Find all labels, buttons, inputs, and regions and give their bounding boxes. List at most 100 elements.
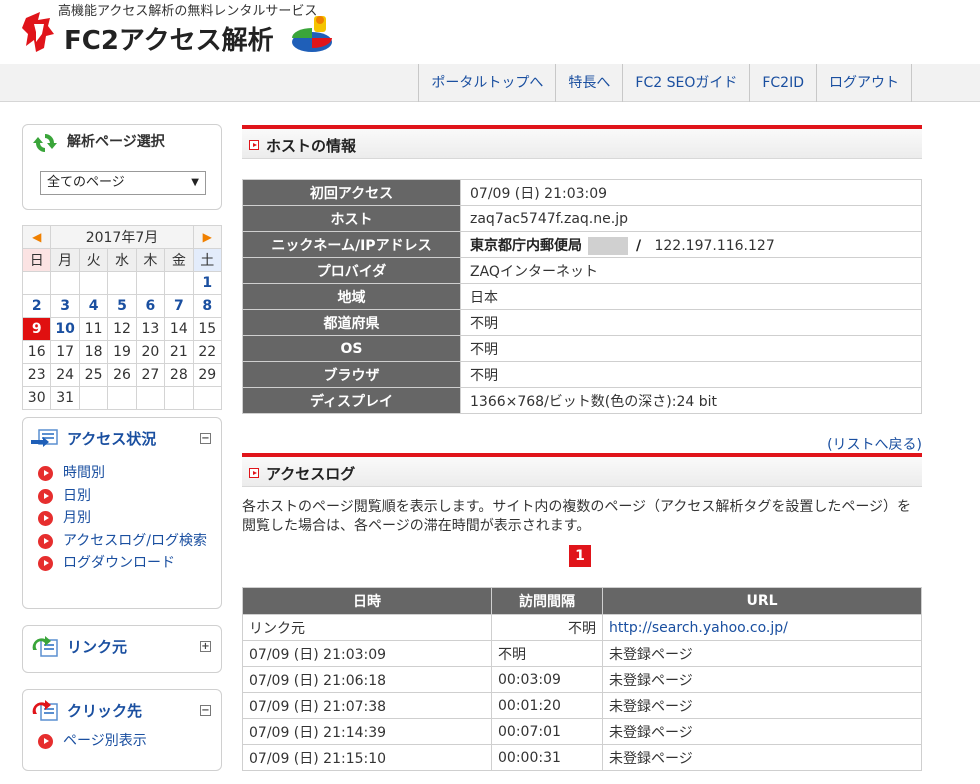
calendar-empty-cell <box>50 271 80 295</box>
click-destination-icon <box>32 700 58 721</box>
menu-item-page-view[interactable]: ページ別表示 <box>38 730 209 753</box>
calendar-day[interactable]: 1 <box>192 271 223 295</box>
table-row: 07/09 (日) 21:03:09 不明 未登録ページ <box>242 640 922 667</box>
calendar-day: 27 <box>135 363 166 387</box>
page-select-dropdown[interactable]: 全てのページ ▼ <box>40 171 206 195</box>
arrow-circle-icon <box>38 556 53 571</box>
calendar-day[interactable]: 6 <box>135 294 166 318</box>
arrow-circle-icon <box>38 466 53 481</box>
redacted-block <box>588 236 628 255</box>
click-destination-menu: クリック先 − ページ別表示 <box>22 689 222 771</box>
calendar-day: 29 <box>192 363 223 387</box>
calendar-day: 21 <box>164 340 194 364</box>
next-month-button[interactable]: ▶ <box>192 225 223 249</box>
triangle-right-icon: ▶ <box>202 230 212 244</box>
access-status-title[interactable]: アクセス状況 <box>67 430 156 448</box>
referrer-url-link[interactable]: http://search.yahoo.co.jp/ <box>609 620 788 636</box>
table-row: 07/09 (日) 21:07:38 00:01:20 未登録ページ <box>242 692 922 719</box>
calendar-day[interactable]: 5 <box>107 294 137 318</box>
calendar-empty-cell <box>135 271 166 295</box>
link-source-icon <box>32 636 58 657</box>
calendar-day[interactable]: 10 <box>50 317 80 341</box>
table-row: 07/09 (日) 21:06:18 00:03:09 未登録ページ <box>242 666 922 693</box>
separator-text: / <box>636 237 642 254</box>
menu-item-access-1[interactable]: 日別 <box>38 485 209 508</box>
host-info-header: ホストの情報 <box>242 125 922 159</box>
calendar-day: 23 <box>21 363 52 387</box>
page-select-title: 解析ページ選択 <box>67 134 165 150</box>
info-row: ホスト zaq7ac5747f.zaq.ne.jp <box>242 205 922 232</box>
calendar-day: 19 <box>107 340 137 364</box>
calendar-day: 18 <box>78 340 109 364</box>
page-select-box: 解析ページ選択 全てのページ ▼ <box>22 124 222 210</box>
calendar-day: 28 <box>164 363 194 387</box>
info-row: 都道府県 不明 <box>242 309 922 336</box>
calendar-month-label: 2017年7月 <box>50 225 194 249</box>
calendar-day[interactable]: 9 <box>21 317 52 341</box>
click-destination-title[interactable]: クリック先 <box>67 702 142 720</box>
table-row: リンク元 不明 http://search.yahoo.co.jp/ <box>242 614 922 641</box>
calendar-day: 24 <box>50 363 80 387</box>
menu-item-access-4[interactable]: ログダウンロード <box>38 552 209 575</box>
calendar-empty-cell <box>192 386 223 410</box>
calendar-day: 12 <box>107 317 137 341</box>
calendar-day[interactable]: 8 <box>192 294 223 318</box>
nav-portal-top[interactable]: ポータルトップへ <box>418 64 555 102</box>
calendar-empty-cell <box>107 271 137 295</box>
link-source-menu: リンク元 + <box>22 625 222 673</box>
menu-item-access-0[interactable]: 時間別 <box>38 462 209 485</box>
collapse-toggle-button[interactable]: − <box>200 705 211 716</box>
collapse-toggle-button[interactable]: − <box>200 433 211 444</box>
calendar-empty-cell <box>21 271 52 295</box>
access-log-title: アクセスログ <box>266 465 356 483</box>
info-row: OS 不明 <box>242 335 922 362</box>
calendar-day: 25 <box>78 363 109 387</box>
site-logo-text[interactable]: FC2アクセス解析 <box>64 20 274 57</box>
page-select-value: 全てのページ <box>47 175 125 190</box>
nav-features[interactable]: 特長へ <box>555 64 622 102</box>
access-status-icon <box>31 429 58 447</box>
column-header-interval: 訪問間隔 <box>491 587 603 615</box>
ip-address-text: 122.197.116.127 <box>654 237 775 254</box>
back-to-list-link[interactable]: (リストへ戻る) <box>827 434 922 454</box>
nav-logout[interactable]: ログアウト <box>816 64 912 102</box>
nav-seo-guide[interactable]: FC2 SEOガイド <box>622 64 749 102</box>
calendar-empty-cell <box>164 271 194 295</box>
link-source-title[interactable]: リンク元 <box>67 638 127 656</box>
calendar-day: 22 <box>192 340 223 364</box>
calendar-empty-cell <box>78 386 109 410</box>
dropdown-arrow-icon: ▼ <box>191 177 199 188</box>
refresh-icon <box>33 134 57 152</box>
calendar-weekday: 火 <box>78 248 109 272</box>
calendar-day: 14 <box>164 317 194 341</box>
pagination-page[interactable]: 1 <box>569 545 591 567</box>
fc2-logo-icon[interactable] <box>22 12 56 52</box>
table-row: 07/09 (日) 21:15:10 00:00:31 未登録ページ <box>242 744 922 771</box>
nav-fc2id[interactable]: FC2ID <box>749 64 816 102</box>
menu-item-access-2[interactable]: 月別 <box>38 507 209 530</box>
access-status-menu: アクセス状況 − 時間別 日別 月別 アクセスログ/ログ検索 ログダウンロード <box>22 417 222 609</box>
calendar-day[interactable]: 3 <box>50 294 80 318</box>
calendar-day: 30 <box>21 386 52 410</box>
host-info-table: 初回アクセス 07/09 (日) 21:03:09 ホスト zaq7ac5747f.… <box>242 179 922 414</box>
calendar-weekday: 日 <box>21 248 52 272</box>
prev-month-button[interactable]: ◀ <box>21 225 52 249</box>
calendar-day[interactable]: 7 <box>164 294 194 318</box>
info-row: ディスプレイ 1366×768/ビット数(色の深さ):24 bit <box>242 387 922 414</box>
expand-toggle-button[interactable]: + <box>200 641 211 652</box>
arrow-circle-icon <box>38 511 53 526</box>
menu-item-access-3[interactable]: アクセスログ/ログ検索 <box>38 530 209 553</box>
calendar-empty-cell <box>107 386 137 410</box>
calendar-day: 20 <box>135 340 166 364</box>
calendar-day: 15 <box>192 317 223 341</box>
column-header-datetime: 日時 <box>242 587 492 615</box>
site-header: 高機能アクセス解析の無料レンタルサービス FC2アクセス解析 <box>0 0 980 64</box>
column-header-url: URL <box>602 587 922 615</box>
calendar-day: 31 <box>50 386 80 410</box>
calendar-day[interactable]: 4 <box>78 294 109 318</box>
calendar-day: 17 <box>50 340 80 364</box>
arrow-circle-icon <box>38 488 53 504</box>
info-row: ブラウザ 不明 <box>242 361 922 388</box>
calendar-weekday: 土 <box>192 248 223 272</box>
calendar-day[interactable]: 2 <box>21 294 52 318</box>
